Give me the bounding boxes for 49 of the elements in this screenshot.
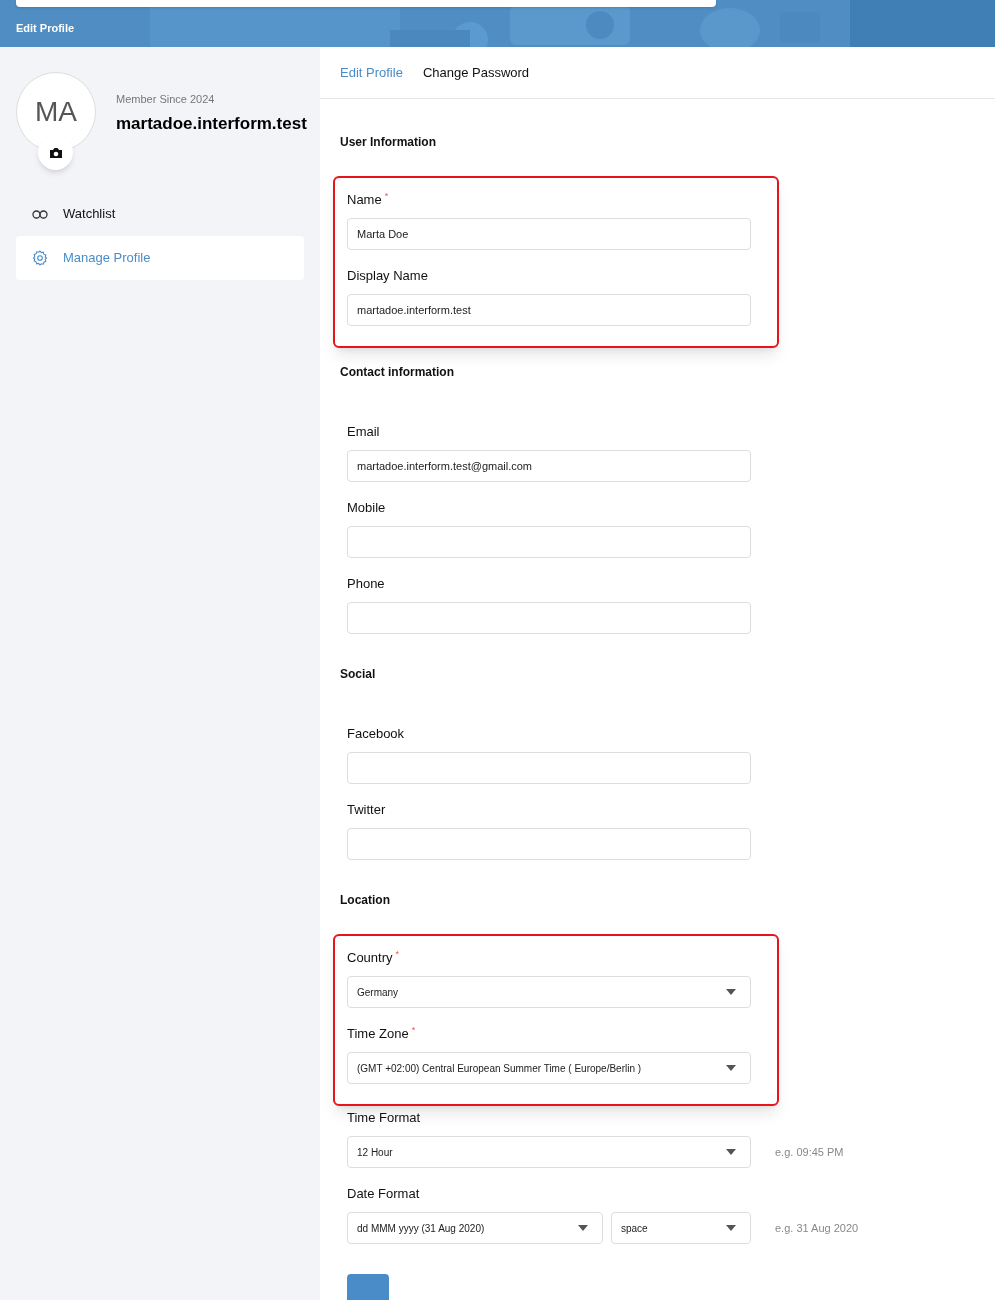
field-label: Facebook [347,725,405,743]
section-title: Contact information [340,364,455,381]
field-label: Twitter [347,801,386,819]
section-title: User Information [340,134,437,151]
dropdown[interactable]: space [611,1212,751,1244]
required-mark: * [395,948,400,960]
caret-icon [726,1149,736,1155]
input-field[interactable] [347,602,751,634]
example-text: e.g. 31 Aug 2020 [775,1220,859,1236]
input-field[interactable] [347,752,751,784]
caret-icon [578,1225,588,1231]
save-button[interactable] [347,1274,389,1300]
field-label: Phone [347,575,385,593]
caret-icon [726,1225,736,1231]
field-label: Date Format [347,1185,420,1203]
glasses-icon [32,209,48,219]
input-field[interactable]: martadoe.interform.test [347,294,751,326]
search-field[interactable] [16,0,716,7]
dropdown[interactable]: 12 Hour [347,1136,751,1168]
gear-icon [32,250,48,266]
tab[interactable]: Change Password [422,62,530,83]
input-field[interactable]: martadoe.interform.test@gmail.com [347,450,751,482]
field-label: Email [347,423,380,441]
camera-icon [48,146,63,159]
section-title: Social [340,666,377,683]
field-label: Mobile [347,499,386,517]
dropdown[interactable]: dd MMM yyyy (31 Aug 2020) [347,1212,603,1244]
field-label: Display Name [347,267,428,285]
menu-item[interactable]: Manage Profile [16,236,304,280]
input-field[interactable]: Marta Doe [347,218,751,250]
input-field[interactable] [347,526,751,558]
input-field[interactable] [347,828,751,860]
dropdown[interactable]: (GMT +02:00) Central European Summer Time ( Europe/Berlin ) [347,1052,751,1084]
caret-icon [726,1065,736,1071]
required-mark: * [384,190,389,202]
field-label: Name [347,191,382,209]
caret-icon [726,989,736,995]
dropdown[interactable]: Germany [347,976,751,1008]
page-title: Edit Profile [16,21,75,36]
field-label: Country [347,949,393,967]
field-label: Time Zone [347,1025,409,1043]
section-title: Location [340,892,391,909]
member-since-text: Member Since 2024 [116,92,216,107]
tab[interactable]: Edit Profile [340,62,403,83]
username: martadoe.interform.test [116,112,307,135]
required-mark: * [411,1024,416,1036]
example-text: e.g. 09:45 PM [775,1144,844,1160]
field-label: Time Format [347,1109,421,1127]
menu-item[interactable]: Watchlist [16,192,304,236]
